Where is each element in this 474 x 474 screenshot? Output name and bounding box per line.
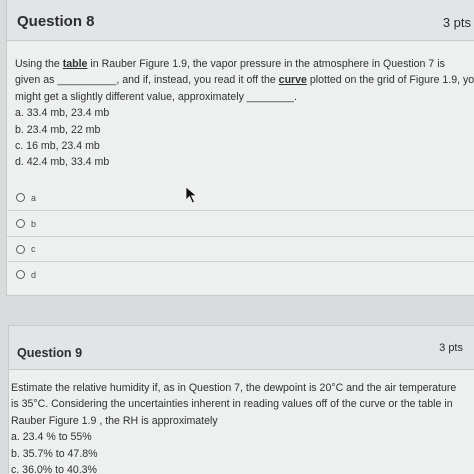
question-8-stem-line-3: might get a slightly different value, ap… — [15, 90, 297, 103]
question-8-choice-d: d. 42.4 mb, 33.4 mb — [15, 156, 110, 169]
option-d-label: d — [31, 269, 37, 280]
question-8-stem: Using the table in Rauber Figure 1.9, th… — [7, 41, 474, 171]
mouse-pointer-icon — [185, 186, 198, 204]
question-8-choice-a: a. 33.4 mb, 23.4 mb — [15, 107, 110, 120]
question-8-stem-line-1: Using the table in Rauber Figure 1.9, th… — [15, 58, 445, 70]
question-9-points: 3 pts — [439, 342, 463, 354]
question-9-choice-a: a. 23.4 % to 55% — [11, 431, 92, 444]
table-link: table — [62, 58, 88, 70]
radio-button-a[interactable] — [16, 193, 25, 203]
question-9-choice-c: c. 36.0% to 40.3% — [11, 464, 97, 474]
question-9-header: Question 9 3 pts — [9, 326, 474, 370]
radio-button-d[interactable] — [16, 270, 25, 280]
option-a-row[interactable]: a — [7, 185, 474, 211]
option-a-label: a — [31, 192, 37, 203]
option-b-row[interactable]: b — [7, 210, 474, 236]
question-8-choice-c: c. 16 mb, 23.4 mb — [15, 140, 100, 153]
radio-button-b[interactable] — [16, 219, 25, 229]
question-9-stem-line-1: Estimate the relative humidity if, as in… — [11, 382, 457, 394]
question-8-choice-b: b. 23.4 mb, 22 mb — [15, 123, 101, 136]
question-8-card: Question 8 3 pts Using the table in Raub… — [6, 0, 474, 296]
question-8-stem-line-2: given as __________, and if, instead, yo… — [15, 74, 474, 87]
option-c-row[interactable]: c — [7, 235, 474, 262]
question-8-title: Question 8 — [17, 13, 95, 30]
option-b-label: b — [31, 218, 37, 229]
question-9-choice-b: b. 35.7% to 47.8% — [11, 447, 98, 460]
question-9-stem-line-3: Rauber Figure 1.9 , the RH is approximat… — [11, 414, 218, 427]
question-8-points: 3 pts — [442, 15, 471, 30]
question-8-header: Question 8 3 pts — [7, 0, 474, 41]
question-9-stem-line-2: is 35°C. Considering the uncertainties i… — [11, 398, 453, 411]
curve-link: curve — [278, 74, 307, 87]
question-9-card: Question 9 3 pts Estimate the relative h… — [8, 325, 474, 474]
question-9-stem: Estimate the relative humidity if, as in… — [9, 370, 474, 474]
radio-button-c[interactable] — [16, 244, 25, 254]
option-c-label: c — [31, 244, 36, 255]
question-9-title: Question 9 — [17, 346, 83, 360]
answer-options: a b c d — [7, 185, 474, 287]
option-d-row[interactable]: d — [7, 261, 474, 287]
